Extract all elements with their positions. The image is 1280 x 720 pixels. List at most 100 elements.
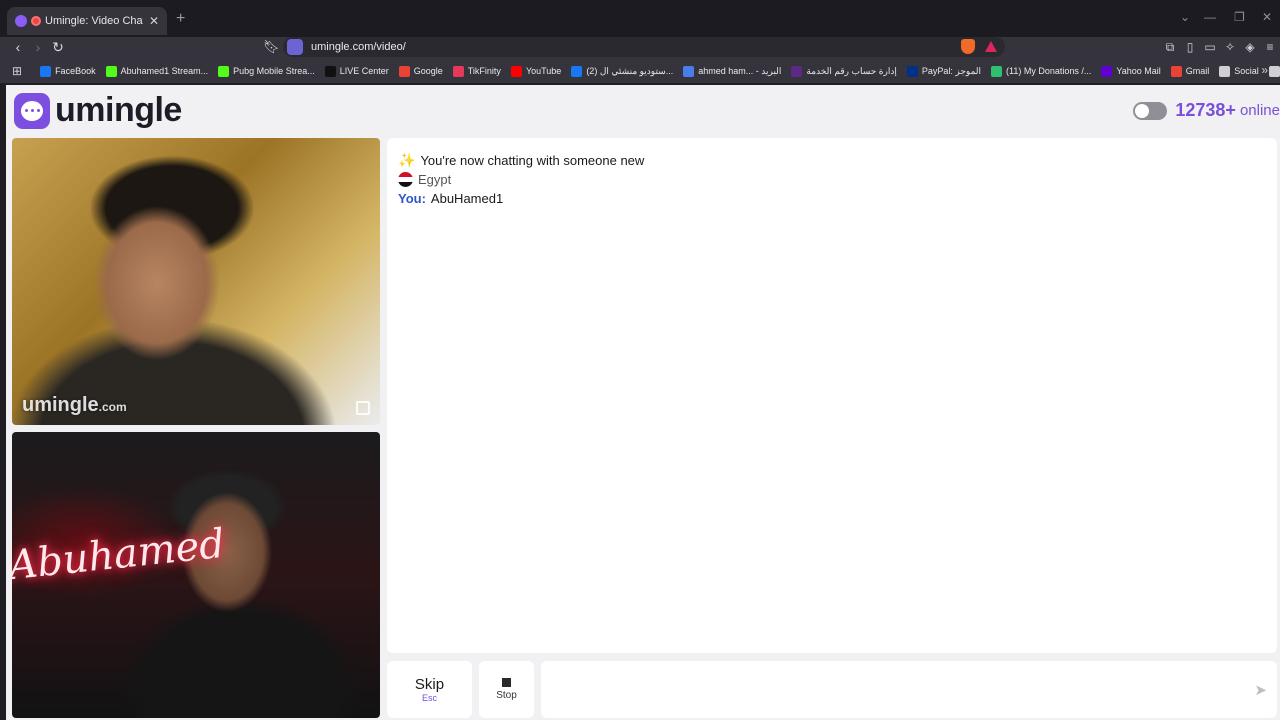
bookmarks-bar: ⊞ FaceBook Abuhamed1 Stream... Pubg Mobile…	[0, 59, 1280, 83]
stranger-video: umingle.com	[12, 138, 380, 425]
you-line: You: AbuHamed1	[398, 190, 1266, 206]
minimize-icon[interactable]: —	[1204, 10, 1216, 24]
bookmark-label: PayPal: الموجز	[921, 65, 982, 76]
bookmark-label: ahmed ham... - البريد	[698, 65, 782, 76]
tab-title: Umingle: Video Chat with Stra	[45, 15, 143, 27]
bookmark-label: إدارة حساب رقم الخدمة	[806, 65, 897, 76]
bookmark-label: TikFinity	[467, 66, 501, 76]
reload-icon[interactable]: ↻	[49, 39, 67, 56]
tiktok-icon	[324, 65, 336, 77]
folder-icon	[1268, 65, 1280, 77]
bookmark-item[interactable]: LIVE Center	[324, 65, 389, 77]
report-flag-icon[interactable]	[356, 401, 370, 415]
stop-label: Stop	[496, 690, 517, 701]
you-label: You:	[398, 190, 426, 206]
bookmark-page-icon[interactable]: 🔖︎	[263, 39, 280, 55]
self-video: Abuhamed	[12, 432, 380, 718]
recording-icon	[31, 16, 41, 26]
dark-mode-toggle[interactable]	[1133, 101, 1168, 120]
browser-tab-bar: Umingle: Video Chat with Stra ✕ + ⌄ — ❐ …	[0, 0, 1280, 37]
bookmark-label: Gmail	[1185, 66, 1210, 76]
bookmark-item[interactable]: Google	[398, 65, 443, 77]
bookmark-item[interactable]: Yahoo Mail	[1101, 65, 1161, 77]
close-tab-icon[interactable]: ✕	[147, 14, 161, 28]
restore-icon[interactable]: ❐	[1234, 10, 1245, 24]
bookmark-item[interactable]: TikFinity	[452, 65, 501, 77]
wallet-icon[interactable]: ▭	[1204, 40, 1216, 55]
logo-text: umingle	[55, 91, 182, 129]
close-window-icon[interactable]: ✕	[1262, 10, 1272, 24]
bookmark-label: Yahoo Mail	[1116, 66, 1161, 76]
bookmark-item[interactable]: (11) My Donations /...	[991, 65, 1092, 77]
back-icon[interactable]: ‹	[9, 39, 27, 55]
bookmark-item[interactable]: Social	[1219, 65, 1259, 77]
kick-icon	[105, 65, 117, 77]
brave-rewards-icon[interactable]	[985, 41, 997, 52]
bookmark-item[interactable]: YouTube	[510, 65, 562, 77]
forward-icon[interactable]: ›	[29, 39, 47, 55]
bookmark-item[interactable]: FaceBook	[40, 65, 96, 77]
vpn-icon[interactable]: ◈	[1244, 40, 1256, 55]
bookmark-label: (11) My Donations /...	[1006, 66, 1092, 76]
bookmark-item[interactable]: Gmail	[1170, 65, 1210, 77]
bookmark-label: LIVE Center	[339, 66, 389, 76]
bookmark-label: Abuhamed1 Stream...	[120, 66, 209, 76]
extensions-icon[interactable]: ⧉	[1164, 40, 1176, 55]
system-message: ✨ You're now chatting with someone new	[398, 152, 1266, 168]
bookmark-label: YouTube	[525, 66, 562, 76]
leo-ai-icon[interactable]: ✧	[1224, 40, 1236, 55]
site-info-icon[interactable]	[287, 39, 303, 55]
bookmark-item[interactable]: ahmed ham... - البريد	[683, 65, 782, 77]
online-label: online	[1239, 102, 1280, 119]
send-icon[interactable]: ➤	[1254, 681, 1267, 699]
chat-log: ✨ You're now chatting with someone new E…	[387, 138, 1277, 653]
tikfinity-icon	[452, 65, 464, 77]
online-count: 12738+	[1175, 100, 1236, 120]
bookmark-item[interactable]: Google	[1268, 65, 1280, 77]
more-bookmarks-icon[interactable]: »	[1261, 63, 1268, 77]
message-input[interactable]: ➤	[541, 661, 1277, 718]
new-tab-icon[interactable]: +	[176, 10, 185, 28]
apps-grid-icon[interactable]: ⊞	[12, 64, 22, 78]
bookmark-label: Google	[413, 66, 443, 76]
chat-bubble-icon	[14, 92, 50, 129]
google-icon	[398, 65, 410, 77]
umingle-logo[interactable]: umingle	[14, 91, 182, 130]
skip-shortcut: Esc	[421, 693, 437, 703]
youtube-icon	[510, 65, 522, 77]
gmail-icon	[1170, 65, 1182, 77]
bookmark-item[interactable]: PayPal: الموجز	[906, 65, 982, 77]
skip-button[interactable]: Skip Esc	[387, 661, 472, 718]
mail-icon	[683, 65, 695, 77]
umingle-page: umingle 12738+ online umingle.com Abuham…	[6, 85, 1280, 720]
online-indicator: 12738+ online	[1133, 100, 1280, 121]
sidebar-icon[interactable]: ▯	[1184, 40, 1196, 55]
browser-tab[interactable]: Umingle: Video Chat with Stra ✕	[7, 7, 167, 35]
bookmark-label: Social	[1234, 66, 1259, 76]
stop-button[interactable]: Stop	[479, 661, 534, 718]
connected-message: You're now chatting with someone new	[420, 152, 645, 168]
bookmark-item[interactable]: Abuhamed1 Stream...	[105, 65, 209, 77]
url-text: umingle.com/video/	[311, 41, 406, 53]
address-bar[interactable]: umingle.com/video/	[283, 37, 1005, 57]
yahoo-icon	[1101, 65, 1113, 77]
country-line: Egypt	[398, 171, 1266, 187]
bookmark-item[interactable]: Pubg Mobile Strea...	[218, 65, 315, 77]
stop-icon	[502, 678, 511, 687]
we-icon	[791, 65, 803, 77]
donations-icon	[991, 65, 1003, 77]
brave-shields-icon[interactable]	[961, 39, 975, 54]
egypt-flag-icon	[398, 171, 413, 187]
bookmark-item[interactable]: إدارة حساب رقم الخدمة	[791, 65, 897, 77]
tab-list-icon[interactable]: ⌄	[1180, 10, 1190, 24]
paypal-icon	[906, 65, 918, 77]
browser-toolbar: ‹ › ↻ 🔖︎ umingle.com/video/ ⧉ ▯ ▭ ✧ ◈ ≡	[0, 37, 1280, 59]
kick-icon	[218, 65, 230, 77]
menu-icon[interactable]: ≡	[1264, 40, 1276, 55]
bookmark-label: (2) ستوديو منشئي ال...	[586, 65, 674, 76]
skip-label: Skip	[414, 676, 445, 693]
bookmark-item[interactable]: (2) ستوديو منشئي ال...	[571, 65, 674, 77]
sparkle-icon: ✨	[398, 151, 416, 168]
bookmark-label: FaceBook	[55, 66, 96, 76]
country-name: Egypt	[418, 171, 452, 187]
